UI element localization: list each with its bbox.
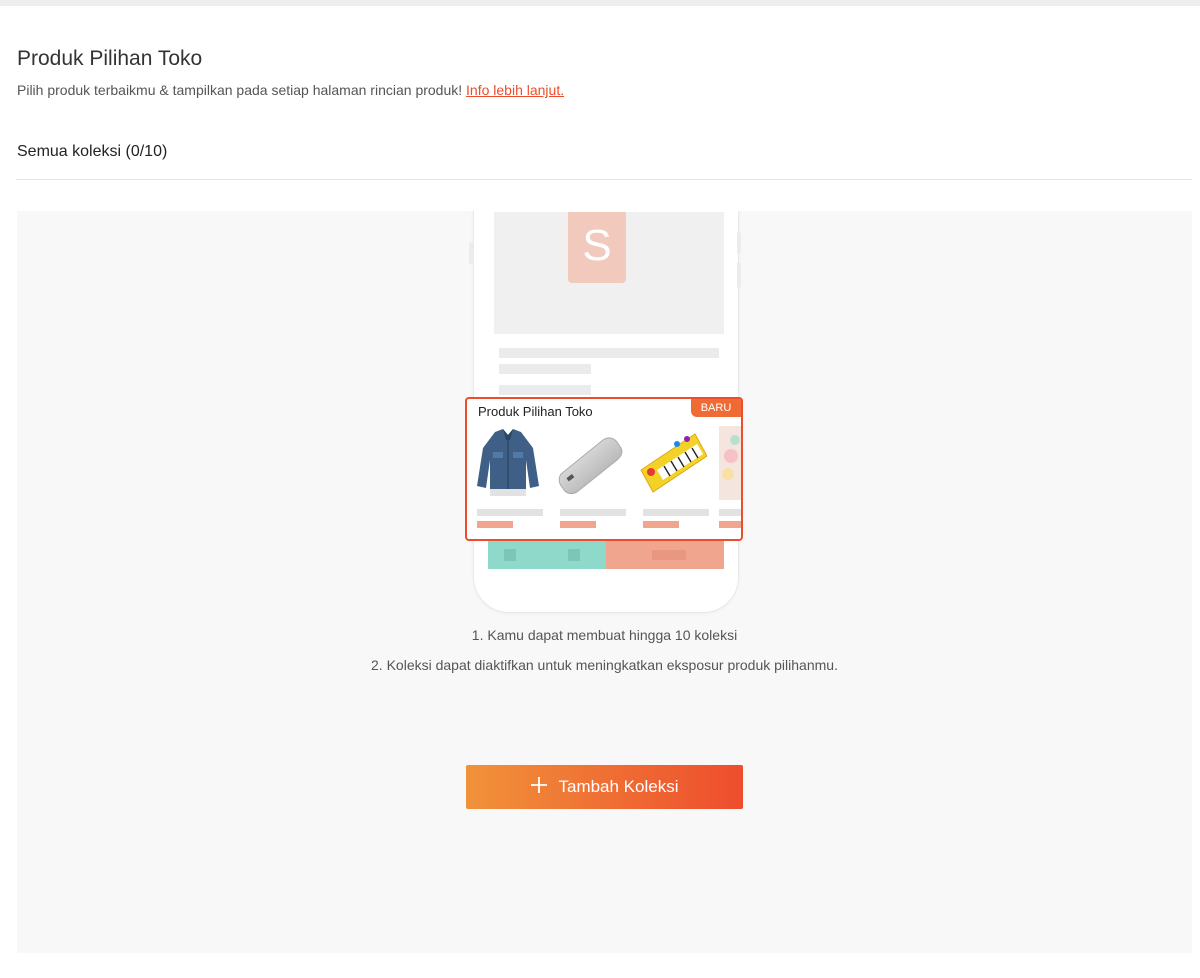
powerbank-image	[555, 426, 625, 500]
divider	[16, 179, 1192, 180]
phone-side-button	[737, 232, 741, 254]
phone-side-button	[469, 242, 473, 264]
featured-products-card: Produk Pilihan Toko BARU	[465, 397, 743, 541]
page-title: Produk Pilihan Toko	[17, 47, 203, 70]
instruction-2: 2. Koleksi dapat diaktifkan untuk mening…	[371, 657, 838, 673]
info-link[interactable]: Info lebih lanjut.	[466, 82, 564, 98]
chat-icon	[504, 549, 516, 561]
instruction-1: 1. Kamu dapat membuat hingga 10 koleksi	[471, 627, 738, 643]
price-placeholder	[477, 509, 543, 516]
new-badge: BARU	[691, 399, 741, 417]
buy-area	[606, 540, 724, 569]
buy-label-placeholder	[652, 550, 686, 560]
placeholder-line	[499, 385, 591, 395]
placeholder-line	[499, 364, 591, 374]
page-subtitle: Pilih produk terbaikmu & tampilkan pada …	[17, 82, 564, 98]
phone-bottom-bar	[488, 540, 724, 569]
shop-logo-letter: S	[582, 221, 612, 270]
add-collection-button[interactable]: Tambah Koleksi	[466, 765, 743, 809]
jacket-image	[473, 426, 543, 500]
price-placeholder	[643, 509, 709, 516]
plus-icon	[530, 775, 548, 799]
price-placeholder	[719, 521, 741, 528]
phone-side-button	[737, 262, 741, 288]
card-title: Produk Pilihan Toko	[478, 404, 593, 419]
price-placeholder	[643, 521, 679, 528]
chat-cart-area	[488, 540, 606, 569]
price-placeholder	[477, 521, 513, 528]
placeholder-line	[499, 348, 719, 358]
shop-logo: S	[568, 212, 626, 283]
collections-count-label: Semua koleksi (0/10)	[17, 143, 168, 160]
subtitle-text: Pilih produk terbaikmu & tampilkan pada …	[17, 82, 463, 98]
price-placeholder	[560, 509, 626, 516]
top-bar	[0, 0, 1200, 6]
cart-icon	[568, 549, 580, 561]
toy-image	[719, 426, 741, 500]
piano-mat-image	[637, 426, 708, 500]
price-placeholder	[560, 521, 596, 528]
price-placeholder	[719, 509, 741, 516]
empty-state-panel: S Produk Pilihan Toko BARU 1. Kamu dapat…	[17, 211, 1192, 953]
add-collection-label: Tambah Koleksi	[558, 777, 679, 796]
